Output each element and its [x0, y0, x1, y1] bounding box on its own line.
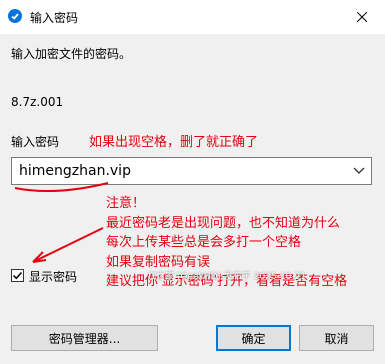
chevron-down-icon[interactable] [353, 166, 365, 176]
password-input[interactable]: himengzhan.vip [19, 163, 131, 179]
prompt-text: 输入加密文件的密码。 [11, 47, 132, 61]
space-warning-note: 如果出现空格，删了就正确了 [89, 135, 259, 150]
password-manager-button[interactable]: 密码管理器... [11, 325, 158, 351]
close-button[interactable] [339, 0, 385, 34]
cancel-button[interactable]: 取消 [299, 325, 374, 351]
title-bar: 输入密码 [0, 0, 385, 34]
note-line: 每次上传某些总是会多打一个空格 [106, 235, 302, 250]
window-title: 输入密码 [30, 11, 79, 25]
note-line: 注意！ [106, 196, 146, 211]
filename-text: 8.7z.001 [11, 95, 64, 109]
password-combobox[interactable]: himengzhan.vip [11, 157, 372, 185]
show-password-checkbox[interactable] [11, 269, 24, 282]
show-password-label[interactable]: 显示密码 [29, 268, 77, 285]
ok-button[interactable]: 确定 [216, 325, 291, 351]
watermark: IT之家 (GeekHD) 发布于 2025-10-21 [148, 272, 307, 282]
app-icon [8, 9, 22, 23]
arrowhead-stroke [32, 251, 47, 263]
password-label: 输入密码 [11, 135, 60, 149]
close-icon [357, 12, 367, 22]
note-line: 最近密码老是出现问题，也不知道为什么 [106, 215, 341, 231]
checkmark-icon [12, 271, 23, 280]
arrow-stroke [32, 227, 104, 263]
